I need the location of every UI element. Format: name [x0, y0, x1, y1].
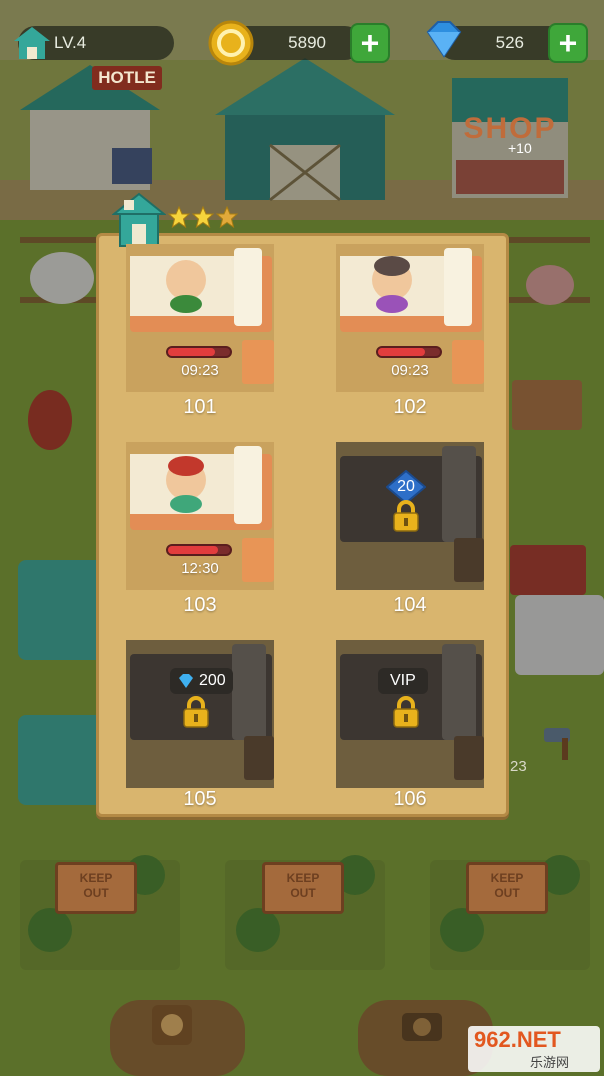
- hotel-star-rating: [168, 206, 238, 228]
- unlock-level: 20: [397, 478, 415, 495]
- room-105[interactable]: 200: [126, 640, 274, 788]
- vip-label: VIP: [390, 672, 416, 689]
- side-timer-text: 23: [510, 758, 527, 775]
- room-number: 106: [393, 788, 427, 810]
- star-icon: [168, 206, 190, 228]
- padlock-icon: [393, 696, 419, 728]
- watermark: 962.NET 乐游网: [468, 1026, 600, 1072]
- add-coins-button[interactable]: +: [350, 23, 390, 63]
- camera-button[interactable]: [400, 1005, 444, 1045]
- sheep: [30, 252, 94, 304]
- stay-progress-bar: [166, 346, 232, 358]
- shop-coin-badge: +10: [508, 140, 532, 156]
- hotel-sign-text: HOTLE: [98, 68, 156, 87]
- room-102[interactable]: 09:23: [336, 244, 484, 392]
- room-104[interactable]: 20: [336, 442, 484, 590]
- chicken-feed-button[interactable]: [152, 1005, 192, 1045]
- gem-amount: 526: [495, 33, 524, 52]
- vip-tag: VIP: [378, 668, 428, 694]
- keep-out-sign: KEEP OUT: [262, 862, 344, 914]
- gem-price-tag: 200: [170, 668, 233, 694]
- level-text: LV.4: [54, 33, 87, 52]
- diamond-icon: [179, 674, 193, 688]
- camera-icon: [402, 1013, 442, 1041]
- room-101[interactable]: 09:23: [126, 244, 274, 392]
- room-number: 101: [183, 396, 217, 418]
- keep-out-sign: KEEP OUT: [466, 862, 548, 914]
- room-number: 104: [393, 594, 427, 616]
- hotel-icon: [112, 192, 166, 247]
- add-gems-button[interactable]: +: [548, 23, 588, 63]
- keep-out-sign: KEEP OUT: [55, 862, 137, 914]
- hammer-icon[interactable]: [540, 722, 580, 762]
- watermark-brand: 962.NET: [474, 1027, 561, 1052]
- stay-timer: 09:23: [391, 362, 429, 379]
- watermark-sub: 乐游网: [530, 1055, 570, 1070]
- chicken-icon: [161, 1014, 183, 1036]
- level-badge[interactable]: LV.4: [14, 26, 174, 60]
- room-106[interactable]: VIP: [336, 640, 484, 788]
- padlock-icon: [393, 500, 419, 532]
- room-number: 105: [183, 788, 217, 810]
- turkey: [28, 390, 72, 450]
- home-icon: [14, 27, 50, 59]
- stay-progress-bar: [166, 544, 232, 556]
- stay-progress-bar: [376, 346, 442, 358]
- padlock-icon: [183, 696, 209, 728]
- coin-amount: 5890: [288, 33, 326, 52]
- unlock-price: 200: [199, 672, 226, 689]
- truck: [515, 595, 604, 675]
- room-number: 102: [393, 396, 427, 418]
- star-icon: [216, 206, 238, 228]
- stay-timer: 12:30: [181, 560, 219, 577]
- coin-icon: [208, 20, 254, 66]
- pond: [18, 560, 108, 660]
- room-number: 103: [183, 594, 217, 616]
- diamond-icon: [426, 21, 462, 58]
- room-103[interactable]: 12:30: [126, 442, 274, 590]
- pig: [526, 265, 574, 305]
- stay-timer: 09:23: [181, 362, 219, 379]
- star-icon: [192, 206, 214, 228]
